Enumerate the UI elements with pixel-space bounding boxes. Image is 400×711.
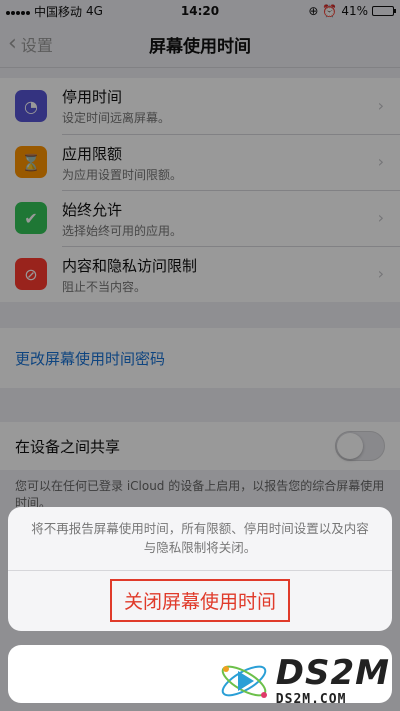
turn-off-screen-time-button[interactable]: 关闭屏幕使用时间	[8, 571, 392, 631]
action-sheet-message: 将不再报告屏幕使用时间，所有限额、停用时间设置以及内容与隐私限制将关闭。	[8, 507, 392, 571]
watermark-title: DS2M	[275, 652, 390, 693]
ds2m-logo-icon	[221, 665, 267, 698]
watermark-domain: DS2M.COM	[275, 691, 347, 707]
turn-off-label: 关闭屏幕使用时间	[109, 579, 290, 622]
action-sheet: 将不再报告屏幕使用时间，所有限额、停用时间设置以及内容与隐私限制将关闭。 关闭屏…	[8, 507, 392, 631]
watermark: DS2M DS2M.COM	[218, 655, 390, 707]
